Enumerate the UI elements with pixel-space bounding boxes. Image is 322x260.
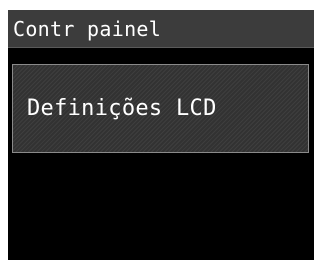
lcd-screen: Contr painel Definições LCD: [8, 10, 314, 260]
menu-item-lcd-settings[interactable]: Definições LCD: [12, 64, 309, 153]
screen-header: Contr painel: [8, 10, 314, 48]
menu-item-label: Definições LCD: [27, 96, 217, 121]
page-title: Contr painel: [13, 17, 162, 41]
